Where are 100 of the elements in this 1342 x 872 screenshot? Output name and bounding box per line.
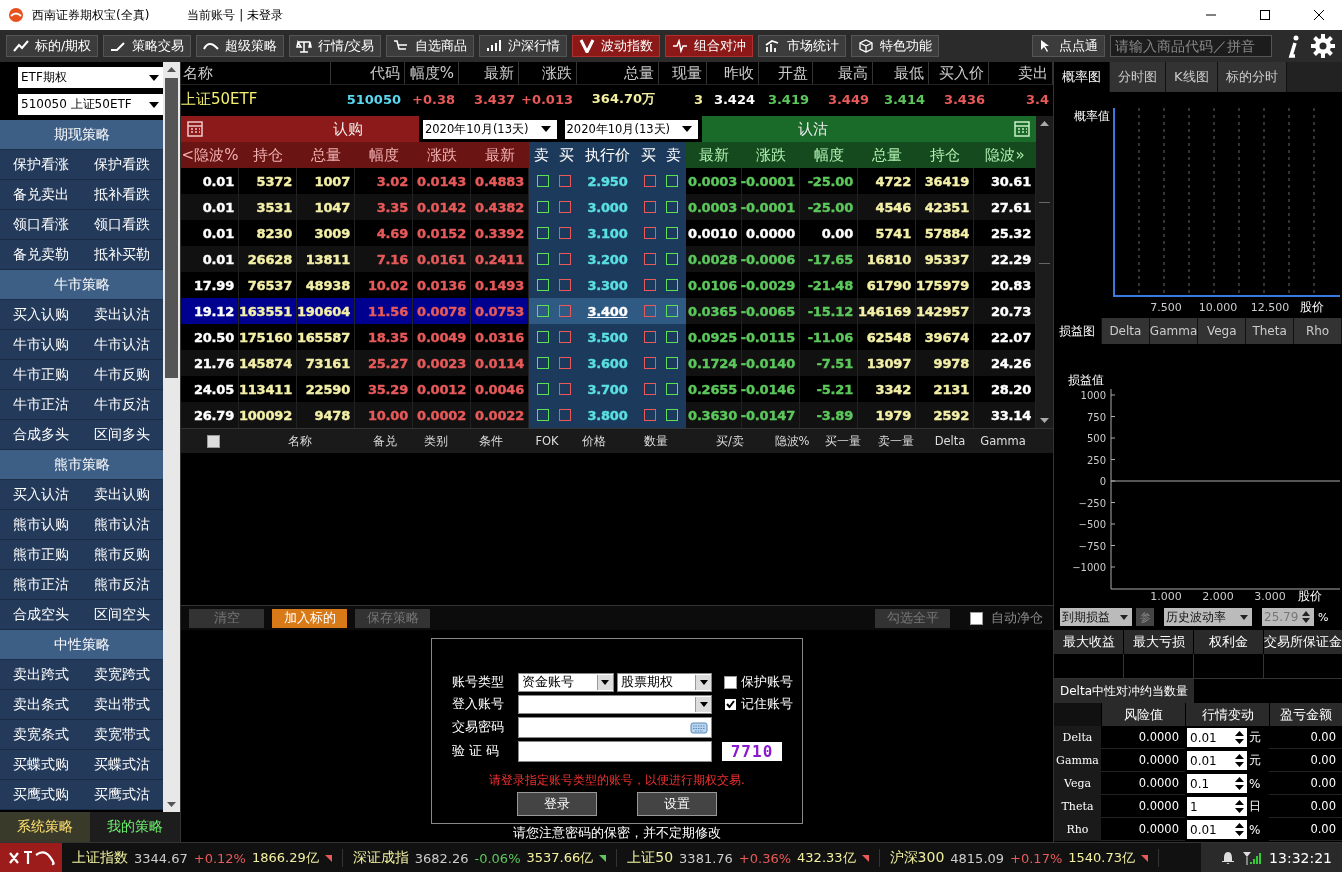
strategy-item[interactable]: 买蝶式购 — [0, 750, 82, 779]
toolbar-button[interactable]: 行情/交易 — [289, 35, 382, 57]
strategy-item[interactable]: 牛市认购 — [0, 330, 82, 359]
step-field[interactable]: 0.01 — [1187, 820, 1247, 839]
strategy-item[interactable]: 熊市反购 — [81, 540, 163, 569]
checkbox[interactable] — [559, 201, 571, 213]
checkbox[interactable] — [724, 676, 737, 689]
checkbox[interactable] — [644, 175, 656, 187]
login-button[interactable]: 登录 — [517, 792, 597, 816]
strategy-item[interactable]: 保护看涨 — [0, 150, 82, 179]
checkbox[interactable] — [559, 227, 571, 239]
strategy-item[interactable]: 保护看跌 — [81, 150, 163, 179]
dropdown[interactable]: 股票期权 — [616, 673, 712, 692]
step-field[interactable]: 0.1 — [1187, 774, 1247, 793]
checkbox[interactable] — [559, 253, 571, 265]
dropdown[interactable]: 资金账号 — [518, 673, 614, 692]
checkbox[interactable] — [644, 331, 656, 343]
column-header[interactable]: 最新 — [471, 142, 529, 168]
checkbox[interactable] — [644, 253, 656, 265]
checkbox[interactable] — [644, 201, 656, 213]
calculator-icon[interactable] — [1014, 121, 1030, 137]
table-row[interactable]: 0.01 3531 1047 3.35 0.0142 0.4382 3.000 0.0003 -0.0001 -25.00 4546 42351 27.61 — [181, 194, 1036, 220]
column-header[interactable]: 幅度 — [800, 142, 858, 168]
step-field[interactable]: 1 — [1187, 797, 1247, 816]
index-name[interactable]: 沪深300 — [889, 849, 945, 867]
checkbox[interactable] — [559, 357, 571, 369]
captcha-image[interactable]: 7710 — [722, 742, 782, 761]
quick-trade-button[interactable]: 点点通 — [1032, 35, 1105, 57]
dropdown[interactable]: 到期损益 — [1060, 608, 1132, 626]
tab[interactable]: K线图 — [1166, 62, 1218, 92]
strategy-item[interactable]: 买入认沽 — [0, 480, 82, 509]
toolbar-button[interactable]: 波动指数 — [572, 35, 661, 57]
column-header[interactable]: 总量 — [858, 142, 916, 168]
strategy-item[interactable]: 卖出认沽 — [81, 300, 163, 329]
checkbox[interactable] — [644, 227, 656, 239]
index-name[interactable]: 深证成指 — [352, 849, 409, 867]
table-row[interactable]: 26.79 100092 9478 10.00 0.0002 0.0022 3.800 0.3630 -0.0147 -3.89 1979 2592 33.14 — [181, 402, 1036, 428]
strategy-item[interactable]: 熊市反沽 — [81, 570, 163, 599]
captcha-field[interactable] — [518, 741, 712, 762]
scrollbar[interactable] — [163, 62, 180, 812]
strategy-item[interactable]: 熊市正购 — [0, 540, 82, 569]
checkbox[interactable] — [644, 383, 656, 395]
strategy-item[interactable]: 牛市正购 — [0, 360, 82, 389]
column-header[interactable]: 持仓 — [916, 142, 974, 168]
login-button[interactable]: 设置 — [637, 792, 717, 816]
strategy-item[interactable]: 区间空头 — [81, 600, 163, 629]
checkbox[interactable] — [206, 434, 220, 448]
checkbox[interactable] — [559, 279, 571, 291]
column-header[interactable]: 隐波» — [974, 142, 1036, 168]
bell-icon[interactable] — [1221, 851, 1236, 865]
strategy-item[interactable]: 合成多头 — [0, 420, 82, 449]
strategy-item[interactable]: 领口看涨 — [0, 210, 82, 239]
strategy-item[interactable]: 买蝶式沽 — [81, 750, 163, 779]
column-header[interactable]: 涨跌 — [413, 142, 471, 168]
column-header[interactable]: 幅度 — [355, 142, 413, 168]
strategy-group-header[interactable]: 熊市策略 — [0, 450, 163, 480]
toolbar-button[interactable]: 超级策略 — [196, 35, 285, 57]
keyboard-icon[interactable] — [690, 721, 708, 734]
checkbox[interactable] — [559, 175, 571, 187]
strategy-item[interactable]: 备兑卖勒 — [0, 240, 82, 269]
toolbar-button[interactable]: 策略交易 — [103, 35, 192, 57]
checkbox[interactable] — [559, 305, 571, 317]
toolbar-button[interactable]: 市场统计 — [758, 35, 847, 57]
tab[interactable]: 标的分时 — [1217, 62, 1287, 92]
tab[interactable]: Gamma — [1149, 318, 1199, 344]
checkbox[interactable] — [970, 611, 983, 625]
strategy-item[interactable]: 卖宽跨式 — [81, 660, 163, 689]
strategy-item[interactable]: 备兑卖出 — [0, 180, 82, 209]
strategy-item[interactable]: 卖宽带式 — [81, 720, 163, 749]
toolbar-button[interactable]: 沪深行情 — [479, 35, 568, 57]
strategy-group-header[interactable]: 期现策略 — [0, 120, 163, 150]
toolbar-button[interactable]: 标的/期权 — [6, 35, 99, 57]
strategy-item[interactable]: 抵补买勒 — [81, 240, 163, 269]
search-field[interactable]: 请输入商品代码／拼音 — [1110, 35, 1272, 57]
toolbar-button[interactable]: 特色功能 — [851, 35, 940, 57]
strategy-item[interactable]: 抵补看跌 — [81, 180, 163, 209]
tab[interactable]: 概率图 — [1054, 62, 1110, 92]
checkbox[interactable] — [559, 409, 571, 421]
column-header[interactable]: 总量 — [297, 142, 355, 168]
checkbox[interactable] — [644, 279, 656, 291]
index-name[interactable]: 上证指数 — [72, 849, 128, 867]
dropdown[interactable]: 历史波动率 — [1164, 608, 1252, 626]
checkbox[interactable] — [559, 383, 571, 395]
strategy-item[interactable]: 买鹰式购 — [0, 780, 82, 809]
account-dropdown[interactable] — [518, 695, 712, 714]
table-row[interactable]: 21.76 145874 73161 25.27 0.0023 0.0114 3.600 0.1724 -0.0140 -7.51 13097 9978 24.26 — [181, 350, 1036, 376]
toolbar-button[interactable]: 组合对冲 — [665, 35, 754, 57]
tab[interactable]: 系统策略 — [0, 812, 90, 842]
strategy-item[interactable]: 买鹰式沽 — [81, 780, 163, 809]
strategy-group-header[interactable]: 牛市策略 — [0, 270, 163, 300]
column-header[interactable]: <隐波% — [181, 142, 239, 168]
expiry-dropdown[interactable]: 2020年10月(13天) — [564, 119, 698, 139]
step-field[interactable]: 0.01 — [1187, 728, 1247, 747]
tab[interactable]: Vega — [1198, 318, 1247, 344]
tab[interactable]: 损益图 — [1054, 318, 1102, 344]
strategy-group-header[interactable]: 中性策略 — [0, 630, 163, 660]
step-field[interactable]: 0.01 — [1187, 751, 1247, 770]
checkbox[interactable] — [724, 698, 737, 711]
calculator-icon[interactable] — [187, 121, 203, 137]
table-row[interactable]: 0.01 26628 13811 7.16 0.0161 0.2411 3.200 0.0028 -0.0006 -17.65 16810 95337 22.29 — [181, 246, 1036, 272]
